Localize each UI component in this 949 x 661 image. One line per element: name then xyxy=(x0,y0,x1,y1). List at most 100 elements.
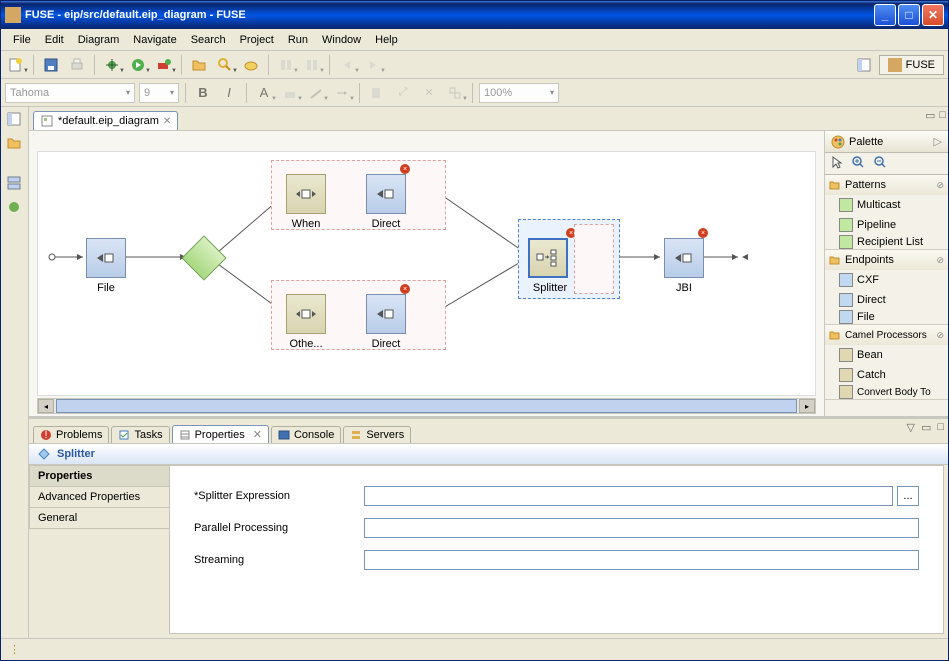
minimize-editor-button[interactable]: ▭ xyxy=(925,109,935,122)
tab-tasks[interactable]: Tasks xyxy=(111,426,169,443)
input-parallel-processing[interactable] xyxy=(364,518,919,538)
palette-item-convert-body[interactable]: Convert Body To xyxy=(825,385,948,399)
side-tab-properties[interactable]: Properties xyxy=(29,465,169,487)
close-button[interactable]: ✕ xyxy=(922,4,944,26)
palette-group-header-camel-processors[interactable]: Camel Processors⊘ xyxy=(825,325,948,345)
pin-icon[interactable]: ⊘ xyxy=(936,255,944,266)
menu-window[interactable]: Window xyxy=(316,32,367,48)
maximize-button[interactable]: □ xyxy=(898,4,920,26)
palette-item-direct[interactable]: Direct xyxy=(825,290,948,310)
browse-splitter-button[interactable]: ... xyxy=(897,486,919,506)
diagram-canvas[interactable]: File When × Direct xyxy=(37,151,816,396)
input-streaming[interactable] xyxy=(364,550,919,570)
prev-annotation-button[interactable]: ▼ xyxy=(301,54,323,76)
autosize-button[interactable]: ⤢ xyxy=(392,82,414,104)
arrange-button[interactable]: ▼ xyxy=(444,82,466,104)
forward-button[interactable]: ▼ xyxy=(362,54,384,76)
palette-item-multicast[interactable]: Multicast xyxy=(825,195,948,215)
close-tab-button[interactable]: ✕ xyxy=(253,428,262,441)
menu-navigate[interactable]: Navigate xyxy=(127,32,182,48)
gutter-restore-icon[interactable] xyxy=(6,111,24,129)
scroll-thumb[interactable] xyxy=(56,399,797,413)
select-all-button[interactable]: ✕ xyxy=(418,82,440,104)
scroll-left-button[interactable]: ◂ xyxy=(38,399,54,413)
bold-button[interactable]: B xyxy=(192,82,214,104)
maximize-view-button[interactable]: □ xyxy=(937,421,944,434)
toggle-breadcrumb-button[interactable] xyxy=(240,54,262,76)
palette-item-file[interactable]: File xyxy=(825,310,948,324)
horizontal-scrollbar[interactable]: ◂ ▸ xyxy=(37,398,816,414)
view-menu-button[interactable]: ▽ xyxy=(906,421,914,434)
menu-diagram[interactable]: Diagram xyxy=(72,32,126,48)
fill-color-button[interactable]: ▼ xyxy=(279,82,301,104)
pin-icon[interactable]: ⊘ xyxy=(936,330,944,341)
gutter-explorer-icon[interactable] xyxy=(6,135,24,153)
palette: Palette ▷ Patterns⊘ Multicast Pipeline R… xyxy=(824,131,948,416)
gutter-jmx-icon[interactable] xyxy=(6,199,24,217)
menu-search[interactable]: Search xyxy=(185,32,232,48)
open-perspective-button[interactable] xyxy=(853,54,875,76)
node-file[interactable]: File xyxy=(86,238,126,294)
fuse-perspective-button[interactable]: FUSE xyxy=(879,55,944,75)
node-when[interactable]: When xyxy=(286,174,326,230)
copy-appearance-button[interactable] xyxy=(366,82,388,104)
label-splitter-expression: *Splitter Expression xyxy=(194,490,364,502)
side-tab-general[interactable]: General xyxy=(29,507,169,529)
external-tools-button[interactable]: ▼ xyxy=(153,54,175,76)
node-jbi[interactable]: × JBI xyxy=(664,238,704,294)
font-color-button[interactable]: A▼ xyxy=(253,82,275,104)
menu-project[interactable]: Project xyxy=(234,32,280,48)
back-button[interactable]: ▼ xyxy=(336,54,358,76)
palette-group-camel-processors: Camel Processors⊘ Bean Catch Convert Bod… xyxy=(825,325,948,400)
editor-tab-default[interactable]: *default.eip_diagram ✕ xyxy=(33,111,178,130)
palette-item-pipeline[interactable]: Pipeline xyxy=(825,215,948,235)
menu-edit[interactable]: Edit xyxy=(39,32,70,48)
line-style-button[interactable]: ▼ xyxy=(331,82,353,104)
search-button[interactable]: ▼ xyxy=(214,54,236,76)
palette-group-header-endpoints[interactable]: Endpoints⊘ xyxy=(825,250,948,270)
tab-servers[interactable]: Servers xyxy=(343,426,411,443)
next-annotation-button[interactable]: ▼ xyxy=(275,54,297,76)
open-folder-button[interactable] xyxy=(188,54,210,76)
palette-item-cxf[interactable]: CXF xyxy=(825,270,948,290)
side-tab-advanced[interactable]: Advanced Properties xyxy=(29,486,169,508)
zoom-out-button[interactable] xyxy=(873,155,887,172)
run-button[interactable]: ▼ xyxy=(127,54,149,76)
font-size-selector[interactable]: 9▾ xyxy=(139,83,179,103)
minimize-view-button[interactable]: ▭ xyxy=(921,421,931,434)
node-direct-1[interactable]: × Direct xyxy=(366,174,406,230)
palette-title: Palette xyxy=(849,136,883,148)
new-button[interactable]: ▼ xyxy=(5,54,27,76)
tab-properties[interactable]: Properties✕ xyxy=(172,425,269,443)
debug-button[interactable]: ▼ xyxy=(101,54,123,76)
italic-button[interactable]: I xyxy=(218,82,240,104)
node-direct-2[interactable]: × Direct xyxy=(366,294,406,350)
maximize-editor-button[interactable]: □ xyxy=(939,109,946,122)
close-editor-button[interactable]: ✕ xyxy=(163,116,171,127)
line-color-button[interactable]: ▼ xyxy=(305,82,327,104)
select-tool-button[interactable] xyxy=(831,155,843,172)
zoom-in-button[interactable] xyxy=(851,155,865,172)
minimize-button[interactable]: _ xyxy=(874,4,896,26)
menu-help[interactable]: Help xyxy=(369,32,404,48)
input-splitter-expression[interactable] xyxy=(364,486,893,506)
font-selector[interactable]: Tahoma▾ xyxy=(5,83,135,103)
palette-item-recipient-list[interactable]: Recipient List xyxy=(825,235,948,249)
node-splitter[interactable]: × Splitter xyxy=(528,238,572,294)
pin-icon[interactable]: ⊘ xyxy=(936,180,944,191)
node-choice[interactable] xyxy=(181,235,226,280)
palette-item-bean[interactable]: Bean xyxy=(825,345,948,365)
print-button[interactable] xyxy=(66,54,88,76)
menu-run[interactable]: Run xyxy=(282,32,314,48)
palette-item-catch[interactable]: Catch xyxy=(825,365,948,385)
tab-problems[interactable]: !Problems xyxy=(33,426,109,443)
palette-group-header-patterns[interactable]: Patterns⊘ xyxy=(825,175,948,195)
gutter-outline-icon[interactable] xyxy=(6,175,24,193)
tab-console[interactable]: Console xyxy=(271,426,341,443)
palette-collapse-icon[interactable]: ▷ xyxy=(934,135,942,148)
menu-file[interactable]: File xyxy=(7,32,37,48)
zoom-selector[interactable]: 100%▾ xyxy=(479,83,559,103)
save-button[interactable] xyxy=(40,54,62,76)
node-otherwise[interactable]: Othe... xyxy=(286,294,326,350)
scroll-right-button[interactable]: ▸ xyxy=(799,399,815,413)
